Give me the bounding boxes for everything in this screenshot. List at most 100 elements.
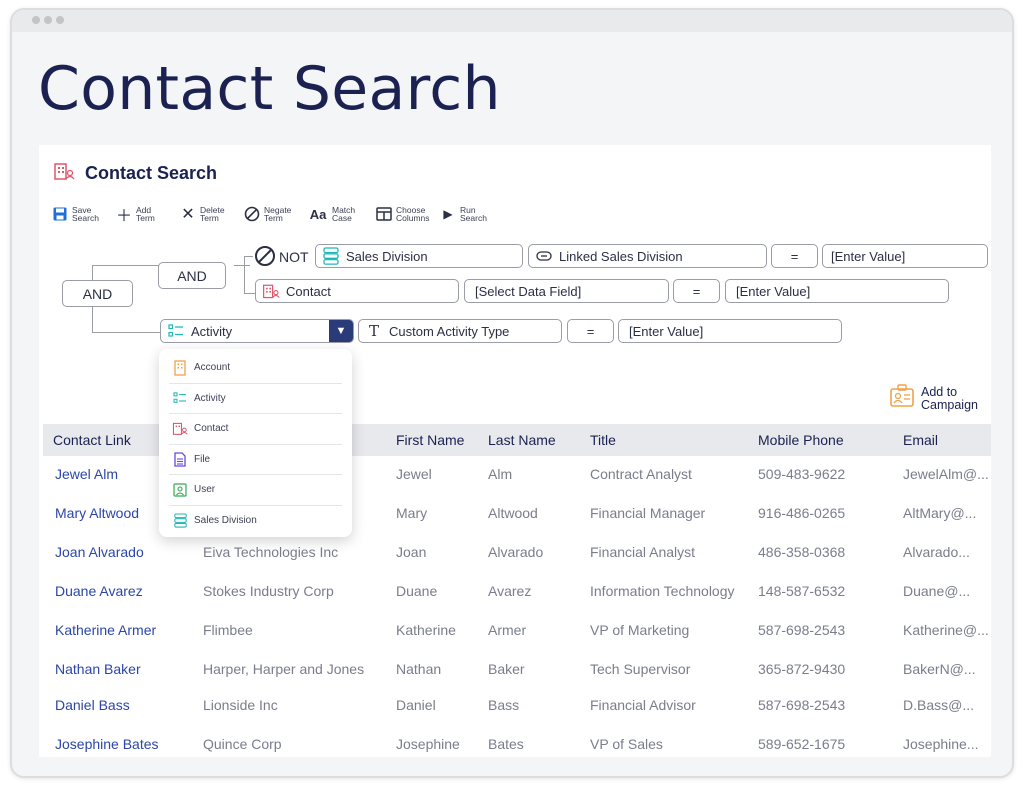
table-row[interactable]: Katherine Armer Flimbee Katherine Armer … (43, 611, 991, 649)
tree-connector (92, 265, 93, 280)
contact-link[interactable]: Mary Altwood (55, 505, 139, 521)
account-icon (172, 360, 188, 376)
dropdown-option-user[interactable]: User (169, 475, 342, 506)
negate-term-button[interactable]: Negate Term (243, 203, 296, 225)
choose-columns-button[interactable]: Choose Columns (375, 203, 430, 225)
dropdown-option-contact[interactable]: Contact (169, 414, 342, 445)
dropdown-option-file[interactable]: File (169, 445, 342, 475)
table-row[interactable]: Josephine Bates Quince Corp Josephine Ba… (43, 725, 991, 763)
plus-icon: ＋ (115, 208, 132, 225)
column-header[interactable]: Email (903, 432, 938, 448)
row2-entity-select[interactable]: Contact (255, 279, 459, 303)
root-operator-and[interactable]: AND (62, 280, 133, 307)
dropdown-option-label: Account (194, 362, 231, 374)
table-row[interactable]: Daniel Bass Lionside Inc Daniel Bass Fin… (43, 686, 991, 724)
run-search-button[interactable]: ▶ Run Search (439, 203, 492, 225)
last-name-cell: Baker (488, 661, 525, 677)
negate-icon (243, 205, 261, 223)
first-name-cell: Duane (396, 583, 438, 599)
dropdown-option-account[interactable]: Account (169, 353, 342, 384)
chevron-down-icon[interactable]: ▼ (329, 320, 353, 342)
panel-title: Contact Search (85, 162, 218, 183)
toolbar-label: Match Case (332, 205, 356, 223)
group-operator-and[interactable]: AND (158, 262, 226, 289)
activity-icon (172, 390, 188, 406)
account-cell: Eiva Technologies Inc (203, 544, 339, 560)
toolbar-label: Negate Term (264, 205, 292, 223)
email-cell: D.Bass@... (903, 697, 975, 713)
contact-link[interactable]: Katherine Armer (55, 622, 156, 638)
row1-value-input[interactable]: [Enter Value] (822, 244, 988, 268)
not-label: NOT (279, 249, 309, 265)
contact-link[interactable]: Daniel Bass (55, 697, 130, 713)
column-header[interactable]: Mobile Phone (758, 432, 844, 448)
dropdown-option-sales-division[interactable]: Sales Division (169, 506, 342, 537)
first-name-cell: Josephine (396, 736, 460, 752)
mobile-phone-cell: 587-698-2543 (758, 622, 846, 638)
activity-icon (167, 322, 185, 340)
save-search-button[interactable]: Save Search (51, 203, 104, 225)
row1-entity-select[interactable]: Sales Division (315, 244, 523, 268)
table-row[interactable]: Duane Avarez Stokes Industry Corp Duane … (43, 572, 991, 610)
row1-entity-label: Sales Division (346, 248, 428, 264)
row3-field-select[interactable]: T Custom Activity Type (358, 319, 562, 343)
last-name-cell: Armer (488, 622, 527, 638)
row3-operator-select[interactable]: = (567, 319, 614, 343)
file-icon (172, 451, 188, 467)
first-name-cell: Katherine (396, 622, 456, 638)
match-case-button[interactable]: Aa Match Case (307, 203, 364, 225)
row2-operator-select[interactable]: = (673, 279, 720, 303)
delete-term-button[interactable]: ✕ Delete Term (179, 203, 232, 225)
browser-window: Contact Search Contact Search Save Searc… (10, 8, 1014, 778)
page-title: Contact Search (38, 54, 501, 124)
user-icon (172, 482, 188, 498)
column-header[interactable]: First Name (396, 432, 464, 448)
not-toggle[interactable]: NOT (254, 245, 309, 268)
first-name-cell: Nathan (396, 661, 442, 677)
toolbar-label: Add Term (136, 205, 155, 223)
toolbar-label: Run Search (460, 205, 487, 223)
email-cell: Duane@... (903, 583, 971, 599)
row2-value-input[interactable]: [Enter Value] (725, 279, 949, 303)
panel-header: Contact Search (53, 161, 217, 185)
email-cell: Josephine... (903, 736, 979, 752)
toolbar-label: Delete Term (200, 205, 225, 223)
window-dot-icon (56, 16, 64, 24)
window-dot-icon (44, 16, 52, 24)
row3-value-input[interactable]: [Enter Value] (618, 319, 842, 343)
email-cell: BakerN@... (903, 661, 976, 677)
row1-operator-select[interactable]: = (771, 244, 818, 268)
contact-link[interactable]: Duane Avarez (55, 583, 143, 599)
dropdown-option-label: User (194, 484, 216, 496)
column-header[interactable]: Title (590, 432, 616, 448)
window-titlebar (12, 10, 1012, 32)
last-name-cell: Avarez (488, 583, 532, 599)
title-cell: Financial Analyst (590, 544, 696, 560)
tree-connector (92, 332, 160, 333)
dropdown-option-label: Activity (194, 392, 226, 404)
contact-icon (172, 421, 188, 437)
dropdown-option-activity[interactable]: Activity (169, 384, 342, 414)
add-term-button[interactable]: ＋ Add Term (115, 203, 168, 225)
row1-field-select[interactable]: Linked Sales Division (528, 244, 767, 268)
contact-link[interactable]: Josephine Bates (55, 736, 159, 752)
mobile-phone-cell: 486-358-0368 (758, 544, 846, 560)
row3-entity-select[interactable]: Activity ▼ (160, 319, 354, 343)
column-header[interactable]: Contact Link (53, 432, 131, 448)
first-name-cell: Daniel (396, 697, 436, 713)
column-header[interactable]: Last Name (488, 432, 556, 448)
table-row[interactable]: Joan Alvarado Eiva Technologies Inc Joan… (43, 533, 991, 571)
table-row[interactable]: Nathan Baker Harper, Harper and Jones Na… (43, 650, 991, 688)
contact-link[interactable]: Joan Alvarado (55, 544, 144, 560)
dropdown-option-label: Contact (194, 423, 229, 435)
tree-connector (244, 293, 255, 294)
add-to-campaign-button[interactable]: Add to Campaign (889, 383, 978, 414)
tree-connector (234, 265, 250, 266)
contact-link[interactable]: Jewel Alm (55, 466, 118, 482)
toolbar: Save Search ＋ Add Term ✕ Delete Term Neg… (51, 203, 503, 225)
row3-entity-label: Activity (191, 323, 233, 339)
row2-field-select[interactable]: [Select Data Field] (464, 279, 669, 303)
mobile-phone-cell: 509-483-9622 (758, 466, 846, 482)
columns-icon (375, 205, 393, 223)
contact-link[interactable]: Nathan Baker (55, 661, 141, 677)
